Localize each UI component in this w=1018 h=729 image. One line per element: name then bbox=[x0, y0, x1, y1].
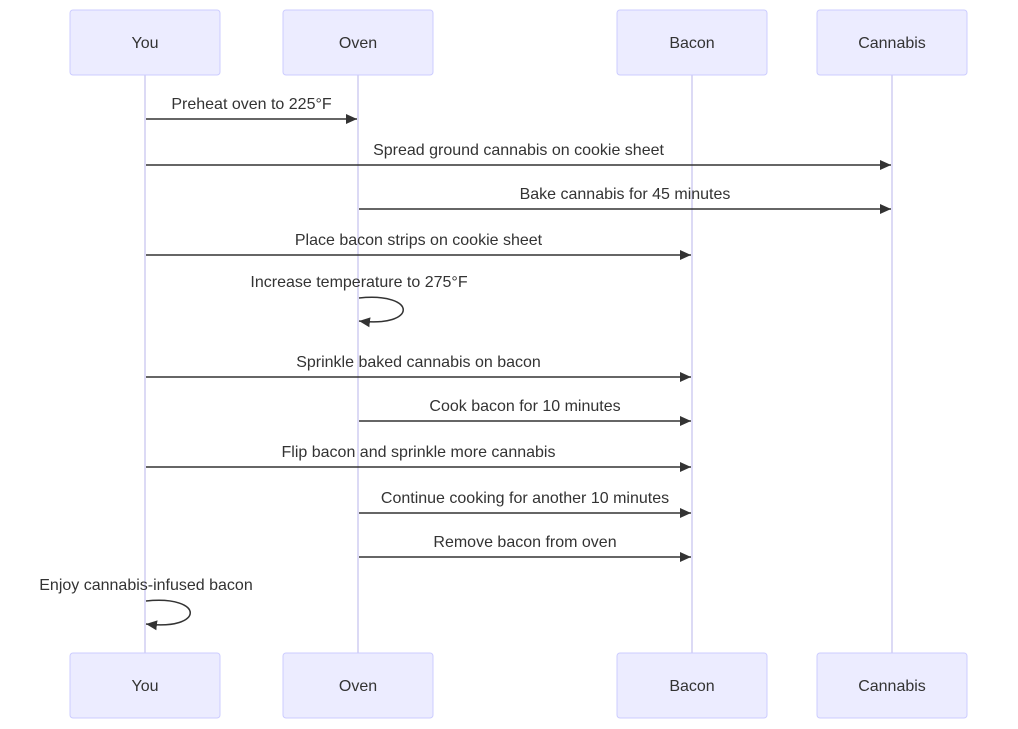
message-label: Remove bacon from oven bbox=[433, 534, 616, 551]
actor-label: You bbox=[132, 35, 159, 52]
message-6: Sprinkle baked cannabis on bacon bbox=[146, 354, 691, 382]
actor-you-bottom[interactable]: You bbox=[69, 652, 221, 719]
actor-you-top[interactable]: You bbox=[69, 9, 221, 76]
message-4: Place bacon strips on cookie sheet bbox=[146, 232, 691, 260]
actor-oven-top[interactable]: Oven bbox=[282, 9, 434, 76]
actor-label: Cannabis bbox=[858, 678, 926, 695]
message-2: Spread ground cannabis on cookie sheet bbox=[146, 142, 891, 170]
actor-bacon-bottom[interactable]: Bacon bbox=[616, 652, 768, 719]
message-label: Continue cooking for another 10 minutes bbox=[381, 490, 669, 507]
message-10: Remove bacon from oven bbox=[359, 534, 691, 562]
actor-oven-bottom[interactable]: Oven bbox=[282, 652, 434, 719]
message-label: Preheat oven to 225°F bbox=[171, 96, 332, 113]
message-label: Place bacon strips on cookie sheet bbox=[295, 232, 543, 249]
actor-label: Oven bbox=[339, 678, 377, 695]
self-message-arrow bbox=[145, 599, 191, 631]
message-label: Enjoy cannabis-infused bacon bbox=[39, 577, 252, 594]
message-7: Cook bacon for 10 minutes bbox=[359, 398, 691, 426]
actor-cannabis-top[interactable]: Cannabis bbox=[816, 9, 968, 76]
message-label: Bake cannabis for 45 minutes bbox=[520, 186, 731, 203]
message-label: Flip bacon and sprinkle more cannabis bbox=[282, 444, 556, 461]
actor-label: Oven bbox=[339, 35, 377, 52]
actor-label: Bacon bbox=[669, 678, 714, 695]
message-3: Bake cannabis for 45 minutes bbox=[359, 186, 891, 214]
message-1: Preheat oven to 225°F bbox=[146, 96, 357, 124]
actor-label: You bbox=[132, 678, 159, 695]
message-9: Continue cooking for another 10 minutes bbox=[359, 490, 691, 518]
message-label: Cook bacon for 10 minutes bbox=[429, 398, 620, 415]
actor-cannabis-bottom[interactable]: Cannabis bbox=[816, 652, 968, 719]
message-label: Sprinkle baked cannabis on bacon bbox=[296, 354, 541, 371]
message-5: Increase temperature to 275°F bbox=[250, 274, 468, 328]
actor-label: Cannabis bbox=[858, 35, 926, 52]
message-8: Flip bacon and sprinkle more cannabis bbox=[146, 444, 691, 472]
sequence-diagram: You You Oven Oven Bacon Bacon Cannabis Cannabis… bbox=[39, 9, 968, 719]
self-message-arrow bbox=[358, 296, 404, 328]
actor-label: Bacon bbox=[669, 35, 714, 52]
actor-bacon-top[interactable]: Bacon bbox=[616, 9, 768, 76]
message-label: Increase temperature to 275°F bbox=[250, 274, 467, 291]
message-label: Spread ground cannabis on cookie sheet bbox=[373, 142, 664, 159]
